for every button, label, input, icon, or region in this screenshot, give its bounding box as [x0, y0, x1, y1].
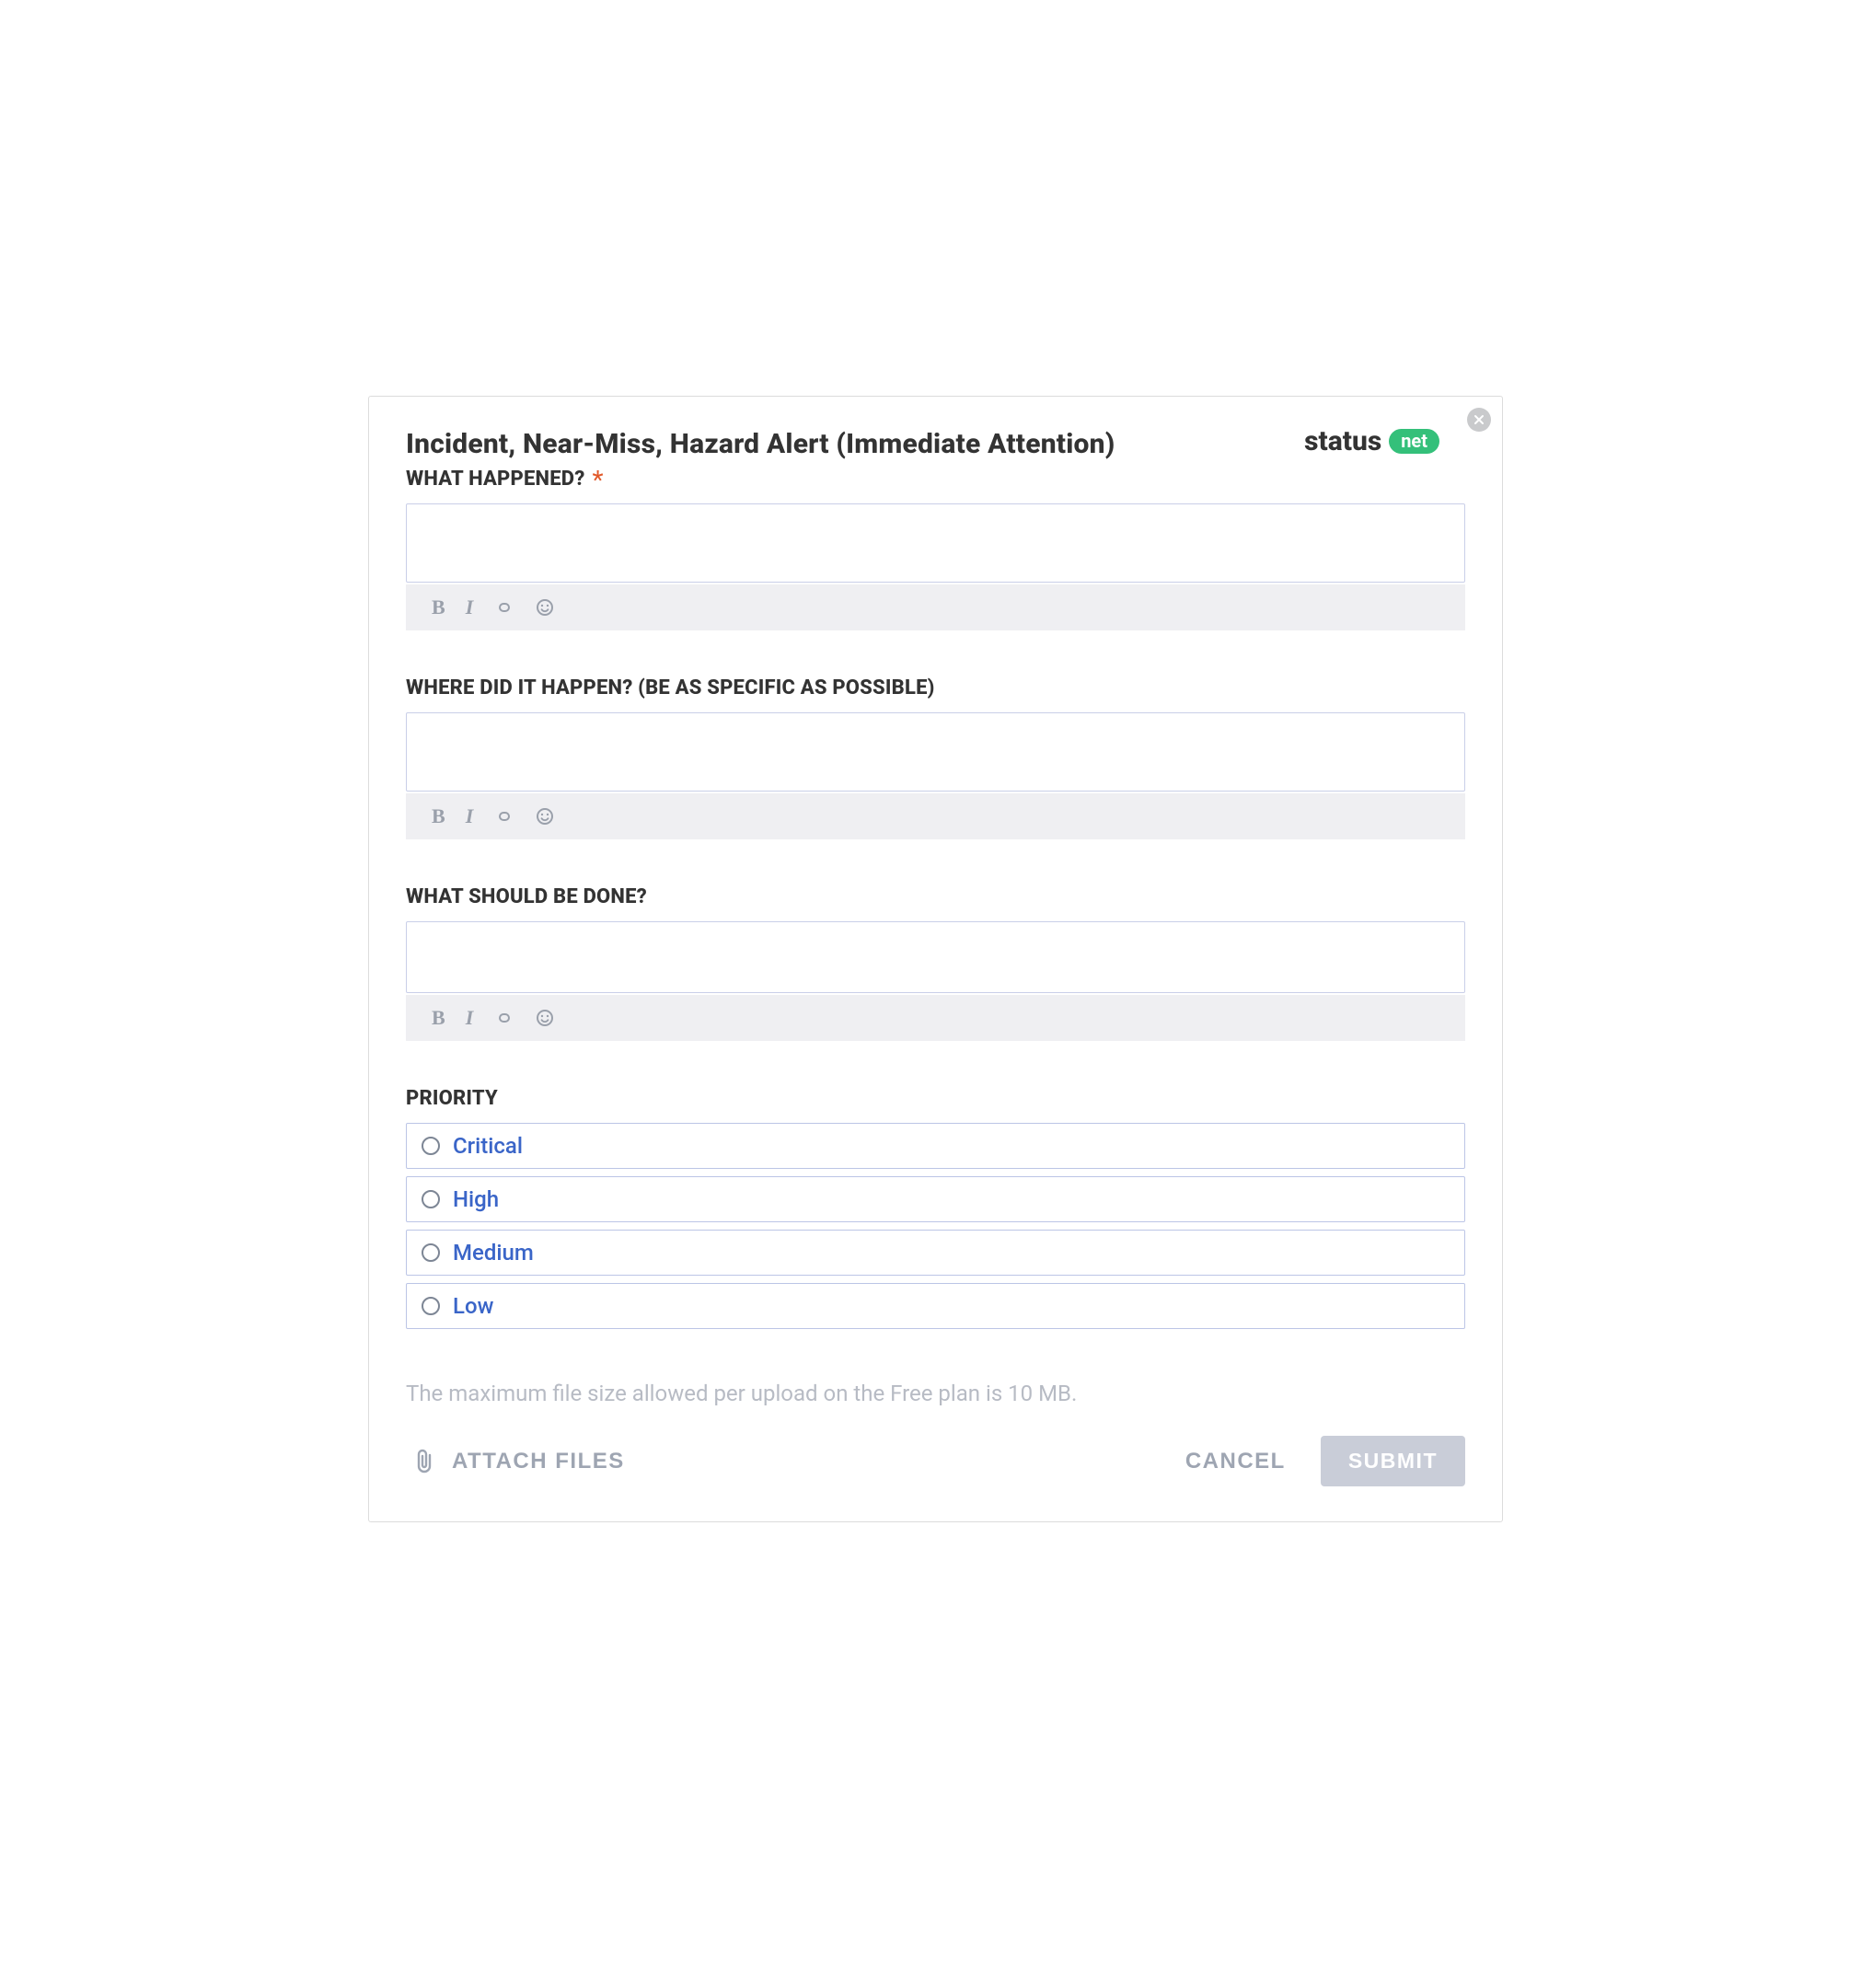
bold-button[interactable]: B: [432, 804, 445, 828]
attach-files-button[interactable]: ATTACH FILES: [406, 1448, 625, 1475]
card-header: Incident, Near-Miss, Hazard Alert (Immed…: [406, 428, 1465, 460]
priority-option-high[interactable]: High: [406, 1176, 1465, 1222]
priority-option-medium[interactable]: Medium: [406, 1230, 1465, 1276]
priority-label: Critical: [453, 1133, 523, 1159]
emoji-icon: [536, 807, 554, 826]
emoji-button[interactable]: [536, 807, 554, 826]
link-icon: [493, 600, 515, 615]
italic-button[interactable]: I: [466, 804, 474, 828]
priority-label: Low: [453, 1293, 493, 1319]
upload-note: The maximum file size allowed per upload…: [406, 1381, 1465, 1406]
priority-label: High: [453, 1186, 499, 1212]
what-happened-input[interactable]: [406, 503, 1465, 583]
label-what-done: WHAT SHOULD BE DONE?: [406, 885, 647, 908]
italic-button[interactable]: I: [466, 1006, 474, 1030]
what-done-input[interactable]: [406, 921, 1465, 993]
italic-button[interactable]: I: [466, 595, 474, 619]
bold-button[interactable]: B: [432, 1006, 445, 1030]
priority-option-critical[interactable]: Critical: [406, 1123, 1465, 1169]
emoji-button[interactable]: [536, 598, 554, 617]
close-button[interactable]: [1467, 408, 1491, 432]
brand-text: status: [1304, 425, 1381, 457]
link-icon: [493, 809, 515, 824]
brand-pill: net: [1389, 429, 1439, 454]
link-button[interactable]: [493, 600, 515, 615]
link-button[interactable]: [493, 809, 515, 824]
section-what-happened: WHAT HAPPENED? * B I: [406, 468, 1465, 630]
priority-option-low[interactable]: Low: [406, 1283, 1465, 1329]
submit-button[interactable]: SUBMIT: [1321, 1436, 1465, 1486]
link-button[interactable]: [493, 1011, 515, 1025]
label-where: WHERE DID IT HAPPEN? (BE AS SPECIFIC AS …: [406, 676, 935, 699]
right-actions: CANCEL SUBMIT: [1185, 1436, 1465, 1486]
paperclip-icon: [415, 1448, 437, 1475]
section-what-done: WHAT SHOULD BE DONE? B I: [406, 885, 1465, 1041]
cancel-button[interactable]: CANCEL: [1185, 1449, 1286, 1474]
label-what-happened: WHAT HAPPENED?: [406, 468, 585, 491]
bold-button[interactable]: B: [432, 595, 445, 619]
form-card: Incident, Near-Miss, Hazard Alert (Immed…: [368, 396, 1503, 1522]
rte-toolbar-3: B I: [406, 995, 1465, 1041]
link-icon: [493, 1011, 515, 1025]
radio-icon: [422, 1243, 440, 1262]
priority-label: Medium: [453, 1240, 534, 1266]
rte-toolbar-1: B I: [406, 584, 1465, 630]
required-indicator: *: [592, 465, 603, 495]
emoji-icon: [536, 598, 554, 617]
label-priority: PRIORITY: [406, 1087, 498, 1110]
close-icon: [1473, 414, 1485, 425]
emoji-icon: [536, 1009, 554, 1027]
section-where: WHERE DID IT HAPPEN? (BE AS SPECIFIC AS …: [406, 676, 1465, 839]
emoji-button[interactable]: [536, 1009, 554, 1027]
section-priority: PRIORITY Critical High Medium Low: [406, 1087, 1465, 1329]
brand: status net: [1304, 425, 1439, 457]
attach-files-label: ATTACH FILES: [452, 1449, 625, 1474]
where-input[interactable]: [406, 712, 1465, 792]
radio-icon: [422, 1137, 440, 1155]
priority-list: Critical High Medium Low: [406, 1123, 1465, 1329]
actions-bar: ATTACH FILES CANCEL SUBMIT: [406, 1436, 1465, 1486]
radio-icon: [422, 1190, 440, 1208]
rte-toolbar-2: B I: [406, 793, 1465, 839]
radio-icon: [422, 1297, 440, 1315]
